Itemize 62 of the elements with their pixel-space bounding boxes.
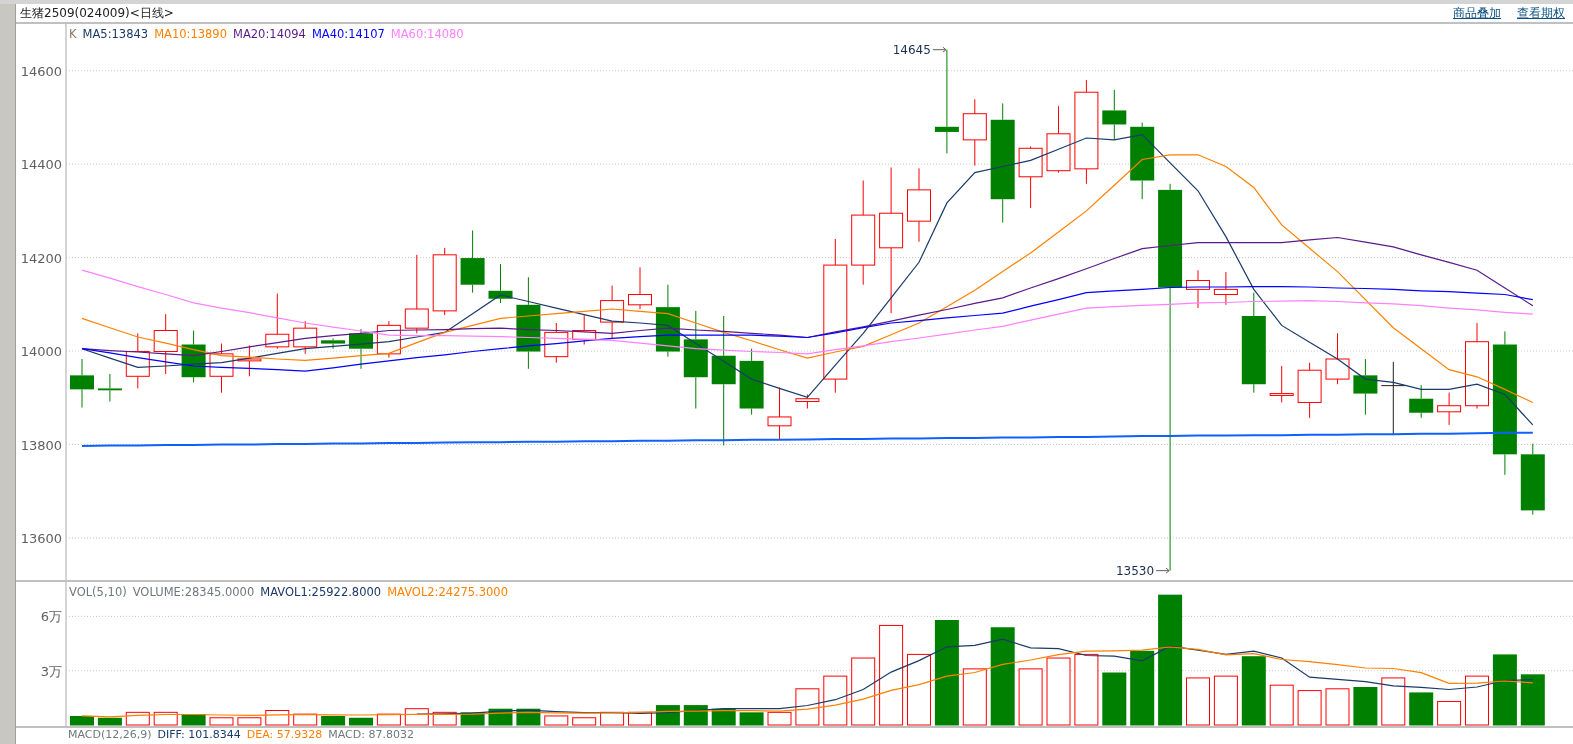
price-annotation: 14645 (892, 42, 931, 57)
leader-arrow (932, 46, 947, 53)
candlestick (767, 387, 792, 440)
candlestick (1102, 89, 1127, 141)
candlestick (572, 314, 597, 345)
chart-title: 生猪2509(024009)<日线> (20, 5, 174, 22)
axis-label: 6万 (40, 609, 62, 625)
candlestick (1409, 384, 1434, 419)
candlestick (70, 358, 94, 409)
candlestick (600, 285, 625, 339)
candlestick (1213, 271, 1238, 306)
leader-arrow (1155, 567, 1170, 574)
indicator-legend: VOL(5,10) (69, 584, 127, 602)
candlestick (1046, 105, 1071, 174)
indicator-legend: K (69, 26, 77, 44)
header-link[interactable]: 商品叠加 (1453, 4, 1501, 22)
axis-label: 3万 (40, 663, 62, 679)
indicator-legend: MA5:13843 (82, 26, 149, 44)
candlestick (460, 230, 485, 294)
indicator-legend: DEA: 57.9328 (246, 728, 323, 741)
candlestick (544, 322, 569, 364)
axis-label: 13600 (20, 530, 62, 546)
candlestick (1325, 332, 1350, 385)
axis-label: 14600 (20, 63, 62, 79)
candlestick (1018, 145, 1043, 209)
indicator-legend: MA20:14094 (233, 26, 306, 44)
candlestick (293, 320, 318, 355)
candlestick (125, 332, 150, 389)
axis-label: 14400 (20, 157, 62, 173)
axis-label: 14000 (20, 344, 62, 360)
candlestick (153, 313, 178, 375)
candlestick (488, 263, 513, 304)
candlestick (321, 337, 346, 350)
indicator-legend: MAVOL2:24275.3000 (387, 584, 508, 602)
indicator-legend: MA60:14080 (390, 26, 464, 44)
candlestick (97, 373, 122, 402)
indicator-legend: MAVOL1:25922.8000 (260, 584, 382, 602)
candlestick (628, 266, 652, 310)
candlestick (349, 328, 373, 370)
candlestick (265, 293, 290, 350)
candlestick (1353, 358, 1378, 416)
candlestick (739, 348, 764, 416)
axis-label: 13800 (20, 437, 62, 453)
candlestick (1297, 362, 1322, 419)
indicator-legend: MACD: 87.8032 (328, 728, 414, 741)
indicator-legend: MACD(12,26,9) (68, 728, 152, 741)
candlestick (1186, 269, 1210, 309)
candlestick (795, 394, 820, 410)
candlestick (432, 247, 457, 316)
price-annotation: 13530 (1115, 563, 1155, 578)
candlestick (1269, 365, 1294, 403)
indicator-legend: MA40:14107 (311, 26, 385, 44)
candlestick (1437, 392, 1462, 426)
indicator-legend: MA10:13890 (154, 26, 227, 44)
candlestick (962, 98, 987, 167)
axis-label: 14200 (20, 250, 62, 266)
candlestick (209, 343, 234, 394)
indicator-legend: VOLUME:28345.0000 (132, 584, 255, 602)
candlestick (237, 344, 262, 377)
indicator-legend: DIFF: 101.8344 (157, 728, 241, 741)
header-link[interactable]: 查看期权 (1517, 4, 1565, 22)
candlestick (181, 330, 206, 383)
